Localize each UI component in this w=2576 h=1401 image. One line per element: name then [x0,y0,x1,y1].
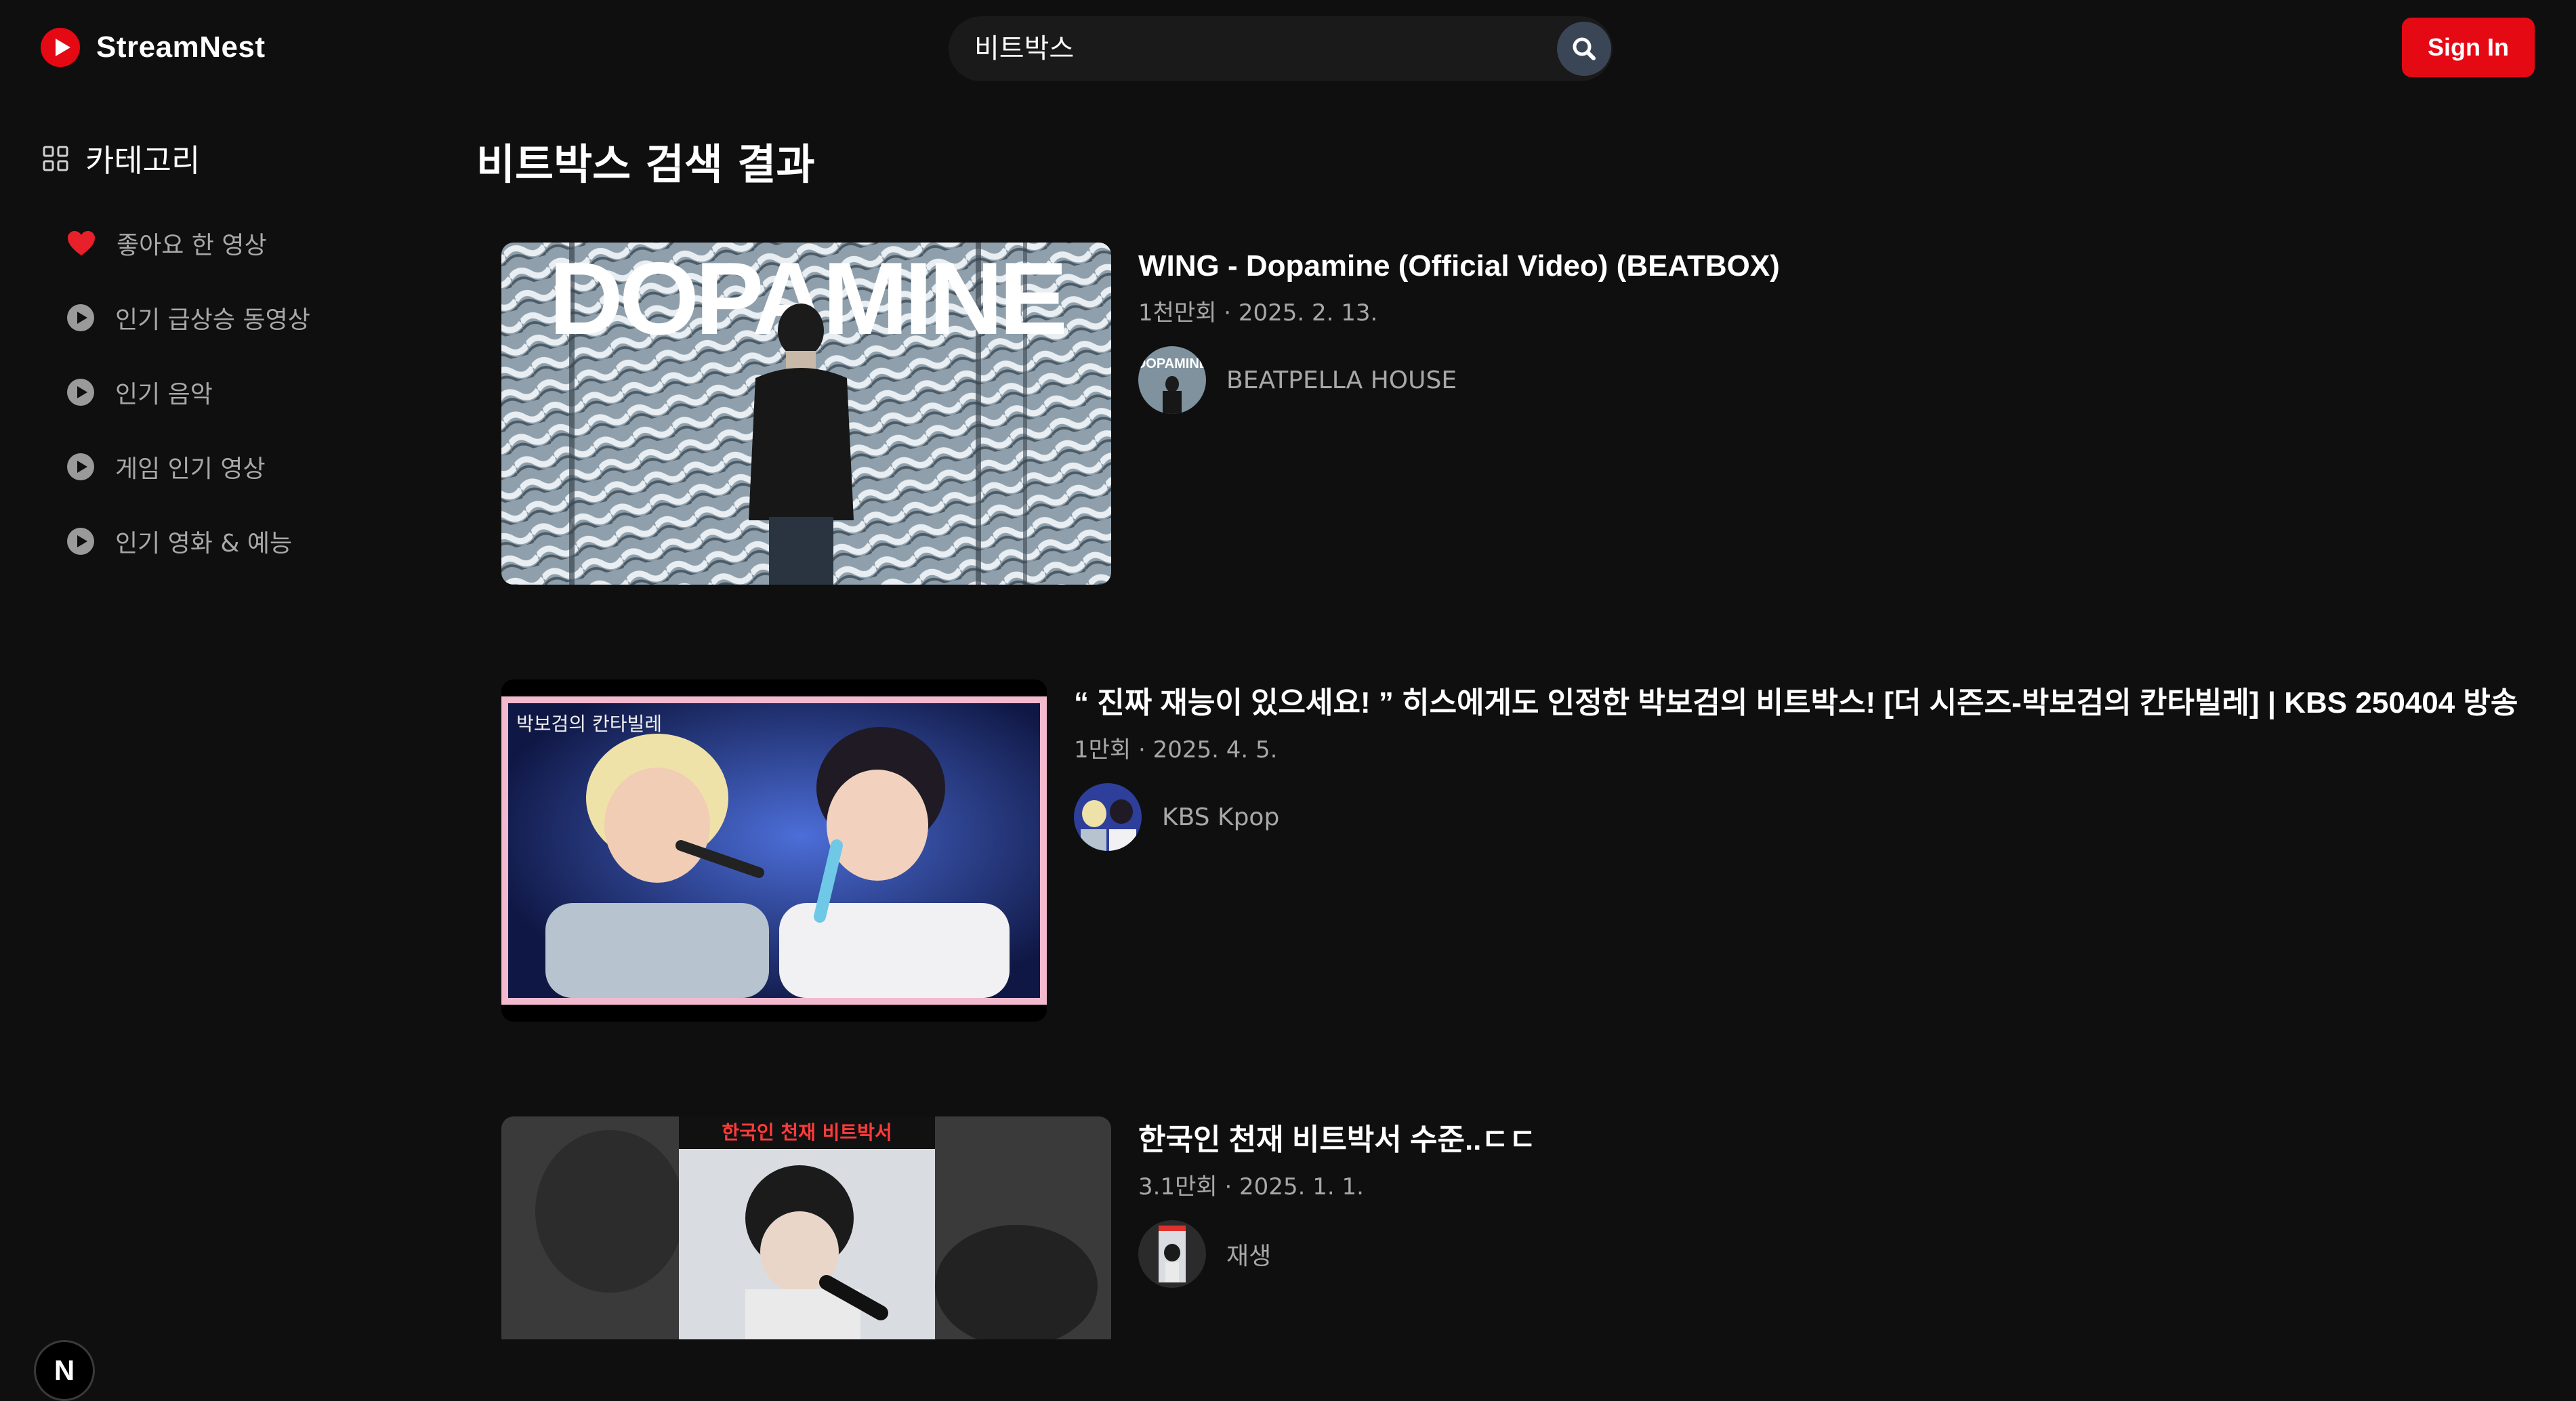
video-title[interactable]: WING - Dopamine (Official Video) (BEATBO… [1138,243,2576,290]
video-title[interactable]: 한국인 천재 비트박서 수준..ㄷㄷ [1138,1116,2576,1164]
channel-link[interactable]: 재생 [1138,1220,2576,1288]
video-thumbnail[interactable]: 박보검의 칸타빌레 [501,679,1047,1022]
channel-name: 재생 [1226,1242,1272,1270]
play-logo-icon [41,28,80,67]
play-circle-icon [67,453,94,480]
avatar: DOPAMINE [1138,346,1206,414]
video-meta: 1천만회 · 2025. 2. 13. [1138,299,1378,327]
channel-link[interactable]: DOPAMINE BEATPELLA HOUSE [1138,346,2576,414]
sidebar-item-label: 인기 음악 [115,381,213,409]
sidebar-item-music[interactable]: 인기 음악 [66,355,310,430]
play-circle-icon [67,379,94,406]
app-name: StreamNest [96,30,266,64]
sidebar-item-movies[interactable]: 인기 영화 & 예능 [66,504,310,579]
avatar [1074,783,1142,851]
heart-icon [68,231,95,255]
thumbnail-image: 한국인 천재 비트박서 [501,1116,1111,1339]
search-input[interactable] [974,16,1530,81]
category-list: 좋아요 한 영상 인기 급상승 동영상 인기 음악 게임 인기 영상 인기 영화… [66,206,310,579]
grid-icon [43,146,68,171]
sign-in-button[interactable]: Sign In [2402,18,2535,77]
video-title[interactable]: “ 진짜 재능이 있으세요! ” 히스에게도 인정한 박보검의 비트박스! [더… [1074,679,2576,727]
avatar [1138,1220,1206,1288]
thumbnail-text: 박보검의 칸타빌레 [516,713,662,735]
svg-text:DOPAMINE: DOPAMINE [1138,356,1206,371]
category-title: 카테고리 [85,142,201,179]
search-icon [1573,37,1596,60]
thumbnail-text: 한국인 천재 비트박서 [722,1121,892,1144]
play-circle-icon [67,528,94,555]
channel-name: BEATPELLA HOUSE [1226,366,1457,394]
thumbnail-image: DOPAMINE [501,243,1111,585]
video-meta: 3.1만회 · 2025. 1. 1. [1138,1173,1364,1200]
sidebar: 카테고리 좋아요 한 영상 인기 급상승 동영상 인기 음악 게임 인기 영상 … [0,95,434,1401]
category-header: 카테고리 [42,137,200,180]
video-thumbnail[interactable]: DOPAMINE [501,243,1111,585]
dev-badge[interactable]: N [34,1340,95,1401]
video-meta: 1만회 · 2025. 4. 5. [1074,736,1278,764]
video-thumbnail[interactable]: 한국인 천재 비트박서 [501,1116,1111,1339]
sidebar-item-label: 게임 인기 영상 [115,455,266,483]
sidebar-item-label: 인기 급상승 동영상 [115,306,310,334]
channel-name: KBS Kpop [1162,803,1280,831]
sidebar-item-label: 인기 영화 & 예능 [115,530,293,558]
sidebar-item-gaming[interactable]: 게임 인기 영상 [66,430,310,504]
search-bar [949,16,1613,81]
channel-link[interactable]: KBS Kpop [1074,783,2576,851]
sidebar-item-trending[interactable]: 인기 급상승 동영상 [66,280,310,355]
play-circle-icon [67,304,94,331]
page-title: 비트박스 검색 결과 [476,140,815,189]
app-logo[interactable]: StreamNest [39,24,266,70]
top-header: StreamNest Sign In [0,0,2576,95]
thumbnail-image: 박보검의 칸타빌레 [501,679,1047,1022]
sidebar-item-label: 좋아요 한 영상 [117,232,267,259]
sidebar-item-liked[interactable]: 좋아요 한 영상 [66,206,310,280]
search-button[interactable] [1557,22,1611,76]
